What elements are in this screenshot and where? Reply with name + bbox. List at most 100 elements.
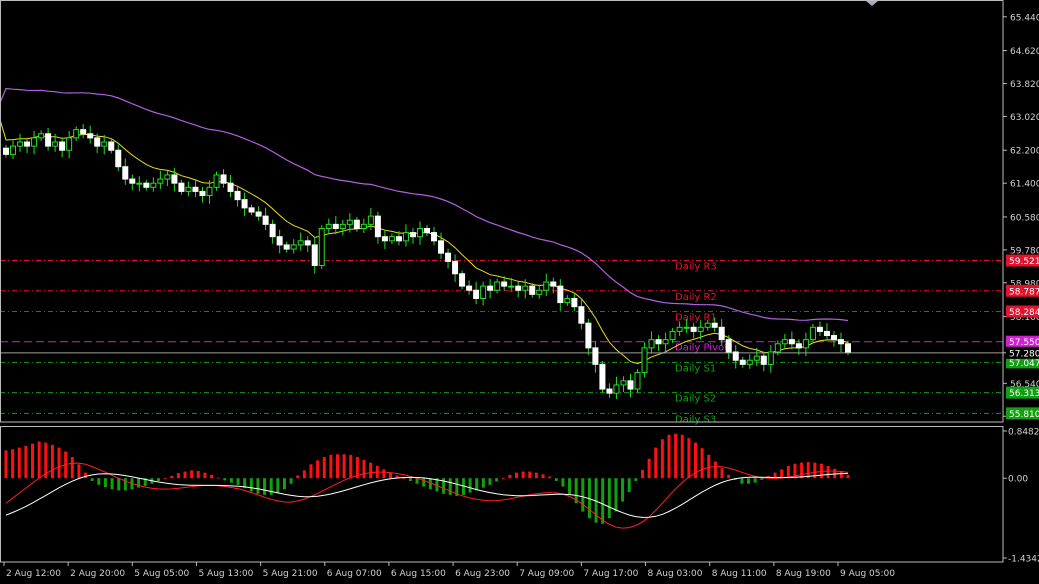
price-tick-label: 64.620 — [1010, 47, 1039, 57]
macd-histogram-bar — [654, 447, 658, 479]
candle-body — [725, 339, 732, 353]
candle-body — [66, 137, 73, 151]
time-tick-label: 2 Aug 20:00 — [70, 569, 125, 579]
price-panel: Daily R3 Daily R2 Daily R1 Daily Pivot Daily… — [0, 87, 1003, 425]
candle-body — [402, 232, 409, 242]
macd-histogram-bar — [806, 462, 810, 479]
candle-body — [781, 339, 788, 345]
candle-body — [830, 335, 837, 341]
candle-body — [227, 182, 234, 192]
candle-body — [269, 223, 276, 238]
macd-histogram-bar — [607, 478, 611, 519]
candle-body — [438, 240, 445, 254]
candle-body — [690, 326, 697, 332]
macd-histogram-bar — [117, 478, 121, 491]
candle-body — [627, 380, 634, 390]
candle-body — [494, 281, 501, 291]
macd-histogram-bar — [846, 474, 850, 479]
macd-histogram-bar — [627, 478, 631, 493]
pivot-label: Daily S3 — [675, 414, 716, 425]
candle-body — [171, 174, 178, 184]
candle-body — [367, 215, 374, 225]
candle-body — [276, 236, 283, 246]
shift-marker-icon — [866, 1, 878, 6]
time-tick-label: 8 Aug 19:00 — [776, 569, 831, 579]
time-tick-label: 7 Aug 09:00 — [519, 569, 574, 579]
candle-body — [388, 236, 395, 242]
candle-body — [683, 326, 690, 329]
candle-body — [564, 297, 571, 304]
time-tick-label: 5 Aug 13:00 — [198, 569, 253, 579]
candle-body — [473, 289, 480, 299]
macd-histogram-bar — [826, 465, 830, 479]
pivot-label: Daily R3 — [675, 262, 717, 273]
macd-tick-label: 0.00 — [1008, 475, 1028, 485]
candle-body — [802, 339, 809, 349]
macd-histogram-bar — [137, 478, 141, 488]
candle-body — [732, 351, 739, 361]
candle-body — [283, 244, 290, 250]
candle-body — [599, 363, 606, 390]
macd-histogram-bar — [302, 470, 306, 479]
price-tick-label: 60.580 — [1010, 213, 1039, 223]
candle-body — [487, 285, 494, 291]
candle-body — [143, 182, 150, 188]
macd-histogram-bar — [568, 478, 572, 495]
macd-histogram-bar — [229, 478, 233, 483]
macd-histogram-bar — [800, 462, 804, 479]
candle-body — [795, 343, 802, 349]
macd-histogram-bar — [408, 478, 412, 481]
macd-histogram-bar — [422, 478, 426, 487]
macd-histogram-bar — [289, 478, 293, 484]
macd-histogram-bar — [660, 439, 664, 479]
candle-body — [101, 141, 108, 147]
time-axis: 2 Aug 12:00 2 Aug 20:00 5 Aug 05:00 5 Aug 1… — [3, 562, 895, 579]
macd-histogram-bar — [50, 444, 54, 479]
candle-body — [718, 326, 725, 341]
macd-histogram-bar — [448, 478, 452, 495]
macd-histogram-bar — [515, 472, 519, 479]
macd-histogram-bar — [740, 478, 744, 484]
candle-body — [115, 149, 122, 168]
macd-histogram-bar — [97, 478, 101, 485]
candle-body — [676, 326, 683, 332]
macd-histogram-bar — [256, 478, 260, 494]
macd-histogram-bar — [362, 459, 366, 479]
candle-body — [304, 240, 311, 246]
candle-body — [571, 297, 578, 308]
macd-histogram-bar — [601, 478, 605, 524]
macd-histogram-bar — [508, 474, 512, 479]
candle-body — [522, 285, 529, 291]
candlesticks — [3, 123, 851, 399]
macd-histogram-bar — [488, 478, 492, 485]
candle-body — [185, 186, 192, 192]
time-tick-label: 9 Aug 05:00 — [840, 569, 895, 579]
macd-axis: 0.84822 0.00 -1.4342 — [1003, 428, 1039, 565]
candle-body — [662, 339, 669, 345]
candle-body — [501, 281, 508, 287]
candle-body — [10, 145, 17, 155]
candle-body — [248, 207, 255, 213]
price-axis: 65.440 64.620 63.820 63.020 62.200 61.400 60.5… — [1003, 13, 1039, 423]
candle-body — [606, 388, 613, 394]
candle-body — [241, 199, 248, 209]
candle-body — [59, 141, 66, 151]
macd-histogram-bar — [223, 478, 227, 481]
candle-body — [704, 322, 711, 328]
candle-body — [24, 141, 31, 147]
candle-body — [129, 178, 136, 184]
candle-body — [431, 232, 438, 242]
macd-histogram-bar — [640, 469, 644, 479]
candle-body — [578, 306, 585, 324]
time-tick-label: 6 Aug 07:00 — [327, 569, 382, 579]
macd-histogram-bar — [720, 468, 724, 479]
macd-histogram-bar — [614, 478, 618, 512]
price-panel-border — [0, 0, 1004, 423]
candle-body — [325, 223, 332, 229]
candle-body — [17, 141, 24, 147]
candle-body — [557, 285, 564, 304]
macd-histogram-bar — [389, 472, 393, 479]
trading-chart[interactable]: Daily R3 Daily R2 Daily R1 Daily Pivot Daily… — [0, 0, 1039, 584]
macd-histogram-bar — [402, 478, 406, 479]
macd-histogram-bar — [780, 469, 784, 479]
